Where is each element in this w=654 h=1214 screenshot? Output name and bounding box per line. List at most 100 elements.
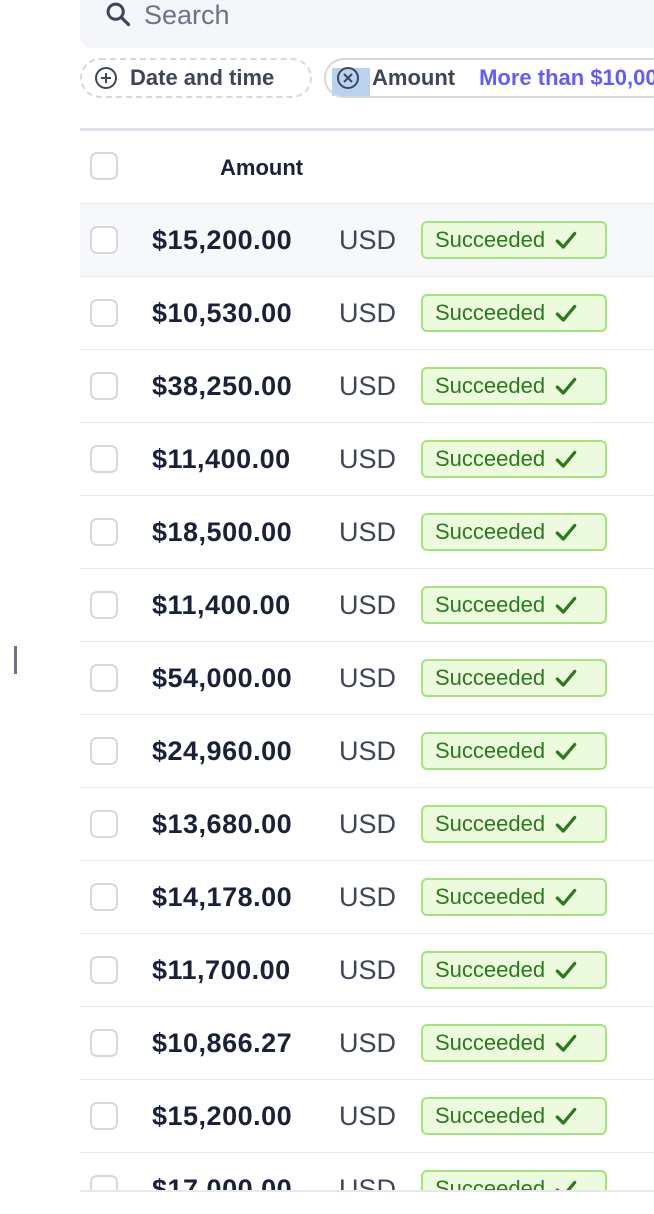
table-row[interactable]: $54,000.00 USD Succeeded — [80, 642, 654, 715]
row-checkbox[interactable] — [90, 518, 118, 546]
row-amount: $24,960.00 — [152, 736, 293, 766]
checkmark-icon — [555, 815, 577, 833]
row-amount: $13,680.00 — [152, 809, 293, 839]
row-checkbox[interactable] — [90, 737, 118, 765]
checkmark-icon — [555, 742, 577, 760]
table-row[interactable]: $15,200.00 USD Succeeded — [80, 1080, 654, 1153]
column-header-amount[interactable]: Amount — [220, 155, 303, 181]
row-currency: USD — [339, 517, 397, 547]
table-row[interactable]: $15,200.00 USD Succeeded — [80, 204, 654, 277]
status-label: Succeeded — [435, 738, 546, 763]
checkmark-icon — [555, 231, 577, 249]
status-label: Succeeded — [435, 884, 546, 909]
row-currency: USD — [339, 809, 397, 839]
amount-filter-chip[interactable]: Amount More than $10,000.00 — [324, 58, 654, 98]
payments-page: Date and time Amount More than $10,000.0… — [0, 0, 654, 1214]
select-all-checkbox[interactable] — [90, 152, 118, 180]
status-badge: Succeeded — [421, 294, 607, 332]
status-badge: Succeeded — [421, 513, 607, 551]
table-body: $15,200.00 USD Succeeded $10,530.00 USD … — [80, 204, 654, 1214]
status-label: Succeeded — [435, 665, 546, 690]
row-amount: $10,866.27 — [152, 1028, 293, 1058]
table-row[interactable]: $11,400.00 USD Succeeded — [80, 423, 654, 496]
status-badge: Succeeded — [421, 586, 607, 624]
date-filter-chip[interactable]: Date and time — [80, 58, 312, 98]
table-row[interactable]: $11,400.00 USD Succeeded — [80, 569, 654, 642]
status-label: Succeeded — [435, 957, 546, 982]
row-checkbox[interactable] — [90, 1029, 118, 1057]
row-currency: USD — [339, 590, 397, 620]
row-amount: $38,250.00 — [152, 371, 293, 401]
checkmark-icon — [555, 1034, 577, 1052]
row-amount: $11,400.00 — [152, 444, 291, 474]
plus-circle-icon — [95, 67, 117, 89]
table-row[interactable]: $10,530.00 USD Succeeded — [80, 277, 654, 350]
footer-space — [0, 1192, 654, 1214]
search-bar[interactable] — [80, 0, 654, 48]
row-amount: $14,178.00 — [152, 882, 293, 912]
checkmark-icon — [555, 1107, 577, 1125]
row-currency: USD — [339, 736, 397, 766]
row-amount: $15,200.00 — [152, 225, 293, 255]
row-currency: USD — [339, 371, 397, 401]
status-label: Succeeded — [435, 1103, 546, 1128]
row-checkbox[interactable] — [90, 445, 118, 473]
table-row[interactable]: $18,500.00 USD Succeeded — [80, 496, 654, 569]
row-checkbox[interactable] — [90, 810, 118, 838]
status-badge: Succeeded — [421, 1097, 607, 1135]
status-badge: Succeeded — [421, 805, 607, 843]
row-amount: $11,700.00 — [152, 955, 291, 985]
table-row[interactable]: $14,178.00 USD Succeeded — [80, 861, 654, 934]
status-badge: Succeeded — [421, 1024, 607, 1062]
table-row[interactable]: $13,680.00 USD Succeeded — [80, 788, 654, 861]
row-amount: $10,530.00 — [152, 298, 293, 328]
search-icon — [106, 2, 131, 27]
row-currency: USD — [339, 1028, 397, 1058]
row-currency: USD — [339, 663, 397, 693]
row-checkbox[interactable] — [90, 299, 118, 327]
row-checkbox[interactable] — [90, 372, 118, 400]
row-checkbox[interactable] — [90, 226, 118, 254]
checkmark-icon — [555, 888, 577, 906]
row-currency: USD — [339, 298, 397, 328]
status-badge: Succeeded — [421, 221, 607, 259]
checkmark-icon — [555, 523, 577, 541]
row-currency: USD — [339, 1101, 397, 1131]
checkmark-icon — [555, 304, 577, 322]
search-input[interactable] — [144, 0, 544, 30]
row-checkbox[interactable] — [90, 664, 118, 692]
table-header: Amount — [80, 131, 654, 204]
row-currency: USD — [339, 444, 397, 474]
table-row[interactable]: $24,960.00 USD Succeeded — [80, 715, 654, 788]
x-circle-icon[interactable] — [336, 66, 360, 90]
table-row[interactable]: $10,866.27 USD Succeeded — [80, 1007, 654, 1080]
checkmark-icon — [555, 377, 577, 395]
status-badge: Succeeded — [421, 367, 607, 405]
status-label: Succeeded — [435, 373, 546, 398]
status-badge: Succeeded — [421, 878, 607, 916]
status-label: Succeeded — [435, 227, 546, 252]
row-amount: $11,400.00 — [152, 590, 291, 620]
status-badge: Succeeded — [421, 659, 607, 697]
amount-filter-value[interactable]: More than $10,000.00 — [479, 65, 654, 91]
row-checkbox[interactable] — [90, 1102, 118, 1130]
status-label: Succeeded — [435, 300, 546, 325]
table-row[interactable]: $38,250.00 USD Succeeded — [80, 350, 654, 423]
row-checkbox[interactable] — [90, 956, 118, 984]
status-label: Succeeded — [435, 1030, 546, 1055]
checkmark-icon — [555, 669, 577, 687]
checkmark-icon — [555, 596, 577, 614]
row-checkbox[interactable] — [90, 591, 118, 619]
row-amount: $15,200.00 — [152, 1101, 293, 1131]
checkmark-icon — [555, 961, 577, 979]
row-currency: USD — [339, 225, 397, 255]
row-amount: $54,000.00 — [152, 663, 293, 693]
table-row[interactable]: $11,700.00 USD Succeeded — [80, 934, 654, 1007]
row-currency: USD — [339, 882, 397, 912]
checkmark-icon — [555, 450, 577, 468]
status-badge: Succeeded — [421, 951, 607, 989]
row-checkbox[interactable] — [90, 883, 118, 911]
date-filter-label: Date and time — [130, 65, 275, 90]
row-amount: $18,500.00 — [152, 517, 293, 547]
amount-filter-label: Amount — [372, 65, 456, 90]
